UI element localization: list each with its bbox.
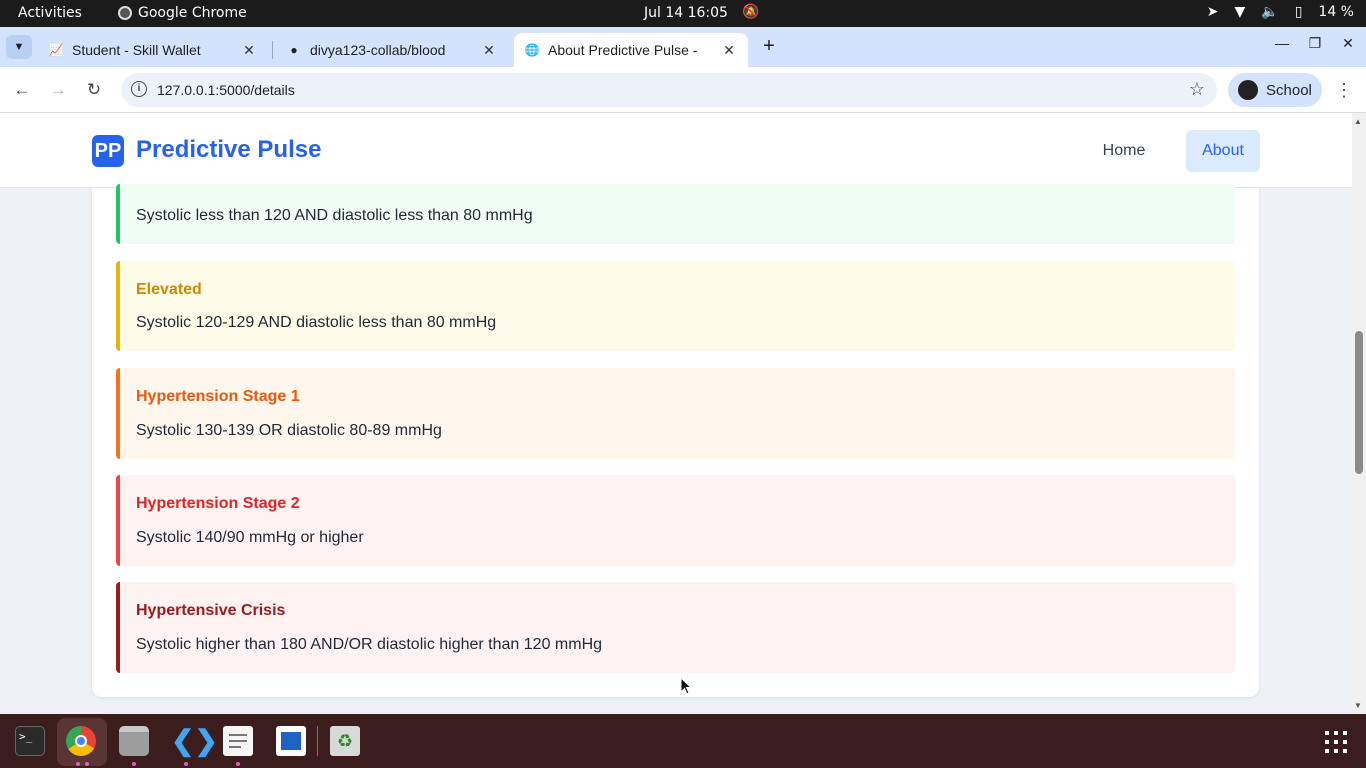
category-hypertension-stage-2: Hypertension Stage 2 Systolic 140/90 mmH… xyxy=(116,475,1235,566)
bp-categories-card: Systolic less than 120 AND diastolic les… xyxy=(92,184,1259,697)
forward-arrow-icon[interactable]: → xyxy=(46,78,70,102)
new-tab-button[interactable]: + xyxy=(758,35,780,59)
site-brand[interactable]: Predictive Pulse xyxy=(136,136,321,164)
writer-icon[interactable] xyxy=(276,726,306,756)
battery-percent: 14 % xyxy=(1318,4,1354,20)
tab-title: About Predictive Pulse - xyxy=(548,42,698,58)
browser-toolbar: ← → ↻ i 127.0.0.1:5000/details ☆ School … xyxy=(0,67,1366,113)
profile-name: School xyxy=(1266,81,1312,99)
page-scrollbar[interactable]: ▲ ▼ xyxy=(1352,113,1366,714)
terminal-icon[interactable]: >_ xyxy=(15,726,45,756)
scroll-up-arrow-icon[interactable]: ▲ xyxy=(1354,117,1362,126)
do-not-disturb-icon: 🔕 xyxy=(742,4,760,20)
close-tab-icon[interactable]: ✕ xyxy=(240,42,258,59)
tab-strip: ▼ 📈 Student - Skill Wallet ✕ ● divya123-… xyxy=(0,27,1366,67)
tab-title: Student - Skill Wallet xyxy=(72,42,201,58)
site-header: PP Predictive Pulse Home About xyxy=(0,113,1352,188)
url-text[interactable]: 127.0.0.1:5000/details xyxy=(157,82,295,98)
focused-app-name: Google Chrome xyxy=(138,5,247,21)
category-hypertension-stage-1: Hypertension Stage 1 Systolic 130-139 OR… xyxy=(116,368,1235,459)
category-elevated: Elevated Systolic 120-129 AND diastolic … xyxy=(116,261,1235,351)
category-description: Systolic less than 120 AND diastolic les… xyxy=(136,207,533,224)
category-description: Systolic 140/90 mmHg or higher xyxy=(136,529,364,546)
site-info-icon[interactable]: i xyxy=(131,81,147,97)
focused-app-menu[interactable]: Google Chrome xyxy=(118,5,247,21)
bookmark-star-icon[interactable]: ☆ xyxy=(1189,79,1205,100)
volume-muted-icon: 🔈 xyxy=(1261,4,1279,20)
dock: >_ ❮❯ ♻ xyxy=(0,714,1366,768)
avatar xyxy=(1238,80,1258,100)
skill-wallet-favicon: 📈 xyxy=(48,43,64,57)
github-icon: ● xyxy=(290,43,298,57)
category-normal: Systolic less than 120 AND diastolic les… xyxy=(116,184,1235,244)
category-title: Elevated xyxy=(136,281,202,298)
trash-icon[interactable]: ♻ xyxy=(330,726,360,756)
chrome-icon[interactable] xyxy=(66,726,96,756)
globe-icon: 🌐 xyxy=(524,43,540,57)
system-top-bar: Activities Google Chrome Jul 14 16:05 🔕 … xyxy=(0,0,1366,27)
site-logo[interactable]: PP xyxy=(92,135,124,167)
category-hypertensive-crisis: Hypertensive Crisis Systolic higher than… xyxy=(116,582,1235,673)
show-apps-icon[interactable] xyxy=(1325,731,1347,753)
category-title: Hypertension Stage 2 xyxy=(136,495,300,512)
scrollbar-thumb[interactable] xyxy=(1355,331,1363,474)
battery-icon: ▯ xyxy=(1294,4,1303,20)
tab-about-predictive-pulse[interactable]: 🌐 About Predictive Pulse - ✕ xyxy=(514,33,748,67)
system-tray[interactable]: ➤ ▼ 🔈 ▯ 14 % xyxy=(1207,4,1354,20)
tab-github[interactable]: ● divya123-collab/blood ✕ xyxy=(276,33,508,67)
wifi-icon: ▼ xyxy=(1234,4,1246,20)
close-window-icon[interactable]: ✕ xyxy=(1338,35,1358,52)
restore-icon[interactable]: ❐ xyxy=(1305,35,1325,52)
profile-button[interactable]: School xyxy=(1228,73,1322,107)
telegram-icon[interactable]: ➤ xyxy=(1207,4,1219,20)
close-tab-icon[interactable]: ✕ xyxy=(480,42,498,59)
category-title: Hypertensive Crisis xyxy=(136,602,286,619)
chrome-app-icon xyxy=(118,6,132,20)
clock[interactable]: Jul 14 16:05 xyxy=(644,5,728,21)
text-editor-icon[interactable] xyxy=(223,726,253,756)
nav-home-link[interactable]: Home xyxy=(1089,130,1159,172)
nav-about-link[interactable]: About xyxy=(1186,130,1260,172)
category-description: Systolic 130-139 OR diastolic 80-89 mmHg xyxy=(136,422,442,439)
back-arrow-icon[interactable]: ← xyxy=(10,78,34,102)
tab-skill-wallet[interactable]: 📈 Student - Skill Wallet ✕ xyxy=(38,33,268,67)
mouse-cursor-icon xyxy=(680,677,692,695)
category-description: Systolic 120-129 AND diastolic less than… xyxy=(136,314,497,331)
tab-title: divya123-collab/blood xyxy=(310,42,446,58)
address-bar[interactable]: i 127.0.0.1:5000/details ☆ xyxy=(121,73,1217,107)
files-icon[interactable] xyxy=(119,726,149,756)
category-title: Hypertension Stage 1 xyxy=(136,388,300,405)
tab-search-button[interactable]: ▼ xyxy=(6,35,32,59)
minimize-icon[interactable]: — xyxy=(1272,35,1292,51)
close-tab-icon[interactable]: ✕ xyxy=(720,42,738,59)
category-description: Systolic higher than 180 AND/OR diastoli… xyxy=(136,636,603,653)
page-viewport: PP Predictive Pulse Home About Systolic … xyxy=(0,113,1352,714)
vscode-icon[interactable]: ❮❯ xyxy=(171,726,218,756)
chrome-menu-icon[interactable]: ⋮ xyxy=(1334,78,1354,102)
reload-icon[interactable]: ↻ xyxy=(82,78,106,102)
scroll-down-arrow-icon[interactable]: ▼ xyxy=(1354,701,1362,710)
activities-button[interactable]: Activities xyxy=(18,5,82,21)
